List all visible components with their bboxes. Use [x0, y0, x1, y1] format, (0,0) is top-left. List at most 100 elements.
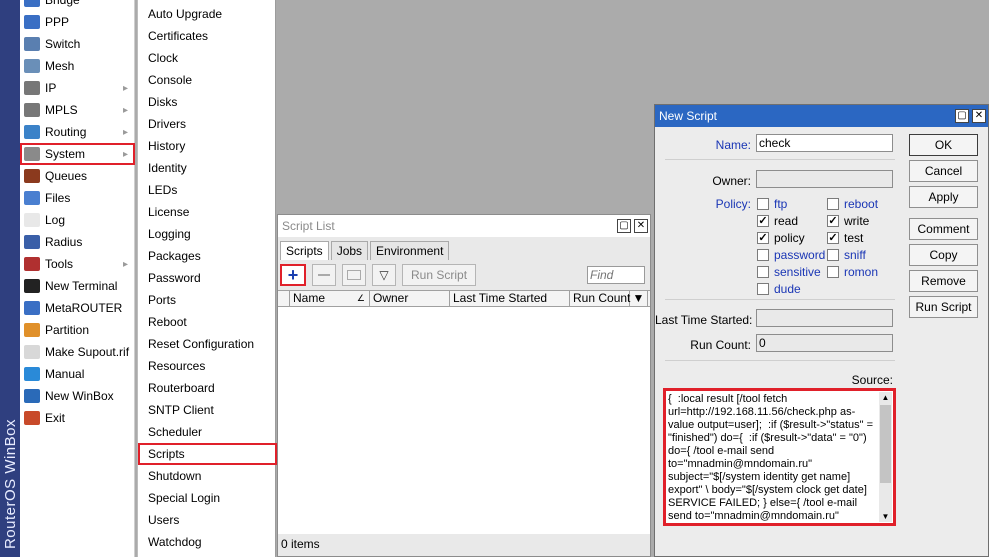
policy-dude-checkbox[interactable]: dude — [757, 282, 801, 296]
menu-item-system[interactable]: System ▸ — [20, 143, 135, 165]
name-field[interactable]: check — [756, 134, 893, 152]
tab-jobs[interactable]: Jobs — [330, 241, 369, 260]
policy-sensitive-checkbox[interactable]: sensitive — [757, 265, 821, 279]
checkbox-box[interactable] — [757, 198, 769, 210]
submenu-item-reboot[interactable]: Reboot — [138, 311, 277, 333]
source-editor[interactable]: { :local result [/tool fetch url=http://… — [663, 388, 896, 526]
checkmark-icon[interactable]: ✓ — [827, 232, 839, 244]
column-name[interactable]: Name ∠ — [290, 291, 370, 306]
submenu-item-watchdog[interactable]: Watchdog — [138, 531, 277, 553]
checkmark-icon[interactable]: ✓ — [757, 215, 769, 227]
menu-item-mpls[interactable]: MPLS ▸ — [20, 99, 135, 121]
close-icon[interactable]: ✕ — [972, 109, 986, 123]
menu-item-log[interactable]: Log — [20, 209, 135, 231]
submenu-item-users[interactable]: Users — [138, 509, 277, 531]
comment-button[interactable]: Comment — [909, 218, 978, 240]
policy-read-checkbox[interactable]: ✓ read — [757, 214, 798, 228]
menu-item-metarouter[interactable]: MetaROUTER — [20, 297, 135, 319]
submenu-item-identity[interactable]: Identity — [138, 157, 277, 179]
checkmark-icon[interactable]: ✓ — [757, 232, 769, 244]
submenu-item-reset-configuration[interactable]: Reset Configuration — [138, 333, 277, 355]
column-run-count[interactable]: Run Count — [570, 291, 630, 306]
menu-item-files[interactable]: Files — [20, 187, 135, 209]
submenu-item-resources[interactable]: Resources — [138, 355, 277, 377]
submenu-item-password[interactable]: Password — [138, 267, 277, 289]
restore-icon[interactable]: ▢ — [617, 219, 631, 233]
submenu-item-scripts[interactable]: Scripts — [138, 443, 277, 465]
chevron-down-icon[interactable]: ▼ — [630, 291, 648, 306]
scroll-down-icon[interactable]: ▼ — [879, 511, 892, 522]
submenu-item-sntp-client[interactable]: SNTP Client — [138, 399, 277, 421]
menu-item-bridge[interactable]: Bridge — [20, 0, 135, 11]
menu-item-new-winbox[interactable]: New WinBox — [20, 385, 135, 407]
menu-item-ip[interactable]: IP ▸ — [20, 77, 135, 99]
close-icon[interactable]: ✕ — [634, 219, 648, 233]
menu-item-routing[interactable]: Routing ▸ — [20, 121, 135, 143]
submenu-item-logging[interactable]: Logging — [138, 223, 277, 245]
filter-button[interactable]: ▽ — [372, 264, 396, 286]
policy-reboot-checkbox[interactable]: reboot — [827, 197, 878, 211]
checkbox-box[interactable] — [757, 266, 769, 278]
checkbox-box[interactable] — [757, 249, 769, 261]
menu-item-partition[interactable]: Partition — [20, 319, 135, 341]
run-script-button[interactable]: Run Script — [402, 264, 477, 286]
menu-item-make-supout-rif[interactable]: Make Supout.rif — [20, 341, 135, 363]
ok-button[interactable]: OK — [909, 134, 978, 156]
column-last-time-started[interactable]: Last Time Started — [450, 291, 570, 306]
new-script-titlebar[interactable]: New Script ▢ ✕ — [655, 105, 988, 127]
column-owner[interactable]: Owner — [370, 291, 450, 306]
submenu-item-ports[interactable]: Ports — [138, 289, 277, 311]
submenu-item-routerboard[interactable]: Routerboard — [138, 377, 277, 399]
comment-button[interactable] — [342, 264, 366, 286]
source-scrollbar[interactable]: ▲ ▼ — [879, 392, 892, 522]
menu-item-switch[interactable]: Switch — [20, 33, 135, 55]
cancel-button[interactable]: Cancel — [909, 160, 978, 182]
submenu-item-special-login[interactable]: Special Login — [138, 487, 277, 509]
policy-policy-checkbox[interactable]: ✓ policy — [757, 231, 805, 245]
submenu-item-disks[interactable]: Disks — [138, 91, 277, 113]
submenu-item-leds[interactable]: LEDs — [138, 179, 277, 201]
policy-password-checkbox[interactable]: password — [757, 248, 825, 262]
policy-ftp-checkbox[interactable]: ftp — [757, 197, 787, 211]
owner-field[interactable] — [756, 170, 893, 188]
policy-test-checkbox[interactable]: ✓ test — [827, 231, 863, 245]
copy-button[interactable]: Copy — [909, 244, 978, 266]
menu-item-new-terminal[interactable]: New Terminal — [20, 275, 135, 297]
submenu-item-auto-upgrade[interactable]: Auto Upgrade — [138, 3, 277, 25]
menu-item-tools[interactable]: Tools ▸ — [20, 253, 135, 275]
submenu-item-scheduler[interactable]: Scheduler — [138, 421, 277, 443]
policy-sniff-checkbox[interactable]: sniff — [827, 248, 866, 262]
submenu-item-history[interactable]: History — [138, 135, 277, 157]
tab-environment[interactable]: Environment — [370, 241, 450, 260]
policy-romon-checkbox[interactable]: romon — [827, 265, 878, 279]
last-time-started-field[interactable] — [756, 309, 893, 327]
menu-item-ppp[interactable]: PPP — [20, 11, 135, 33]
submenu-item-drivers[interactable]: Drivers — [138, 113, 277, 135]
menu-item-manual[interactable]: Manual — [20, 363, 135, 385]
checkbox-box[interactable] — [827, 198, 839, 210]
source-text[interactable]: { :local result [/tool fetch url=http://… — [668, 393, 878, 523]
scroll-up-icon[interactable]: ▲ — [879, 392, 892, 403]
submenu-item-packages[interactable]: Packages — [138, 245, 277, 267]
apply-button[interactable]: Apply — [909, 186, 978, 208]
policy-write-checkbox[interactable]: ✓ write — [827, 214, 869, 228]
checkmark-icon[interactable]: ✓ — [827, 215, 839, 227]
remove-button[interactable] — [312, 264, 336, 286]
tab-scripts[interactable]: Scripts — [280, 241, 329, 260]
submenu-item-shutdown[interactable]: Shutdown — [138, 465, 277, 487]
checkbox-box[interactable] — [827, 249, 839, 261]
menu-item-radius[interactable]: Radius — [20, 231, 135, 253]
scroll-thumb[interactable] — [880, 405, 891, 483]
run-count-field[interactable]: 0 — [756, 334, 893, 352]
remove-button[interactable]: Remove — [909, 270, 978, 292]
menu-item-mesh[interactable]: Mesh — [20, 55, 135, 77]
menu-item-queues[interactable]: Queues — [20, 165, 135, 187]
submenu-item-license[interactable]: License — [138, 201, 277, 223]
find-input[interactable] — [587, 266, 645, 284]
run-script-button[interactable]: Run Script — [909, 296, 978, 318]
submenu-item-clock[interactable]: Clock — [138, 47, 277, 69]
script-table-body[interactable] — [278, 307, 650, 534]
add-button[interactable]: + — [280, 264, 306, 286]
submenu-item-certificates[interactable]: Certificates — [138, 25, 277, 47]
menu-item-exit[interactable]: Exit — [20, 407, 135, 429]
